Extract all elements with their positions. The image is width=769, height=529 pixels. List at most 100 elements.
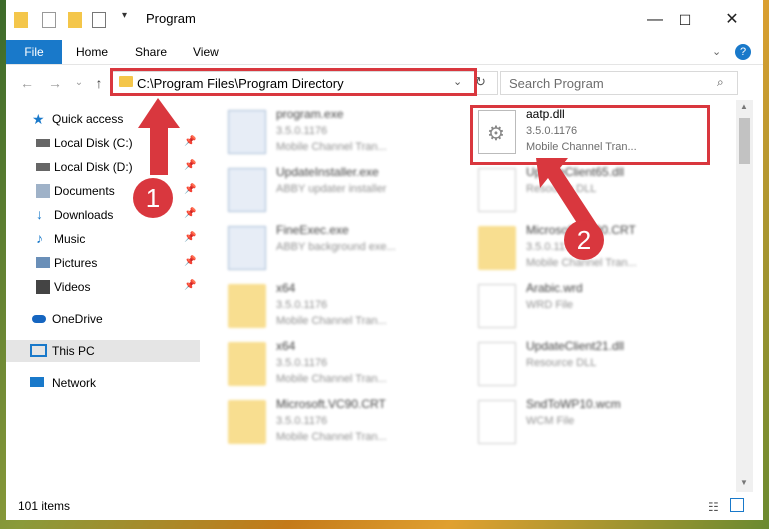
sidebar-item-local-disk-d[interactable]: Local Disk (D:) 📌 <box>6 156 200 178</box>
sidebar-item-label: Network <box>52 376 97 390</box>
file-name: UpdateClient65.dll <box>526 165 625 179</box>
file-tile[interactable]: FineExec.exe ABBY background exe... <box>208 220 458 278</box>
navigation-pane: ★ Quick access Local Disk (C:) 📌 Local D… <box>6 104 200 494</box>
details-view-icon[interactable]: ☷ <box>708 500 719 514</box>
star-icon: ★ <box>32 111 45 127</box>
recent-locations-icon[interactable]: ⌄ <box>70 74 88 92</box>
pin-icon[interactable]: 📌 <box>184 232 196 243</box>
minimize-button[interactable]: — <box>641 9 669 31</box>
file-tile[interactable]: x64 3.5.0.1176 Mobile Channel Tran... <box>208 278 458 336</box>
folder-icon <box>478 226 516 270</box>
file-tile[interactable]: UpdateClient65.dll Resource DLL <box>458 162 708 220</box>
sidebar-item-quick-access[interactable]: ★ Quick access <box>6 108 200 130</box>
file-version: 3.5.0.1176 <box>276 415 328 427</box>
videos-icon <box>36 280 50 294</box>
file-name: SndToWP10.wcm <box>526 397 621 411</box>
file-description: Mobile Channel Tran... <box>276 141 387 153</box>
sidebar-item-label: Local Disk (C:) <box>54 136 133 150</box>
documents-icon <box>36 184 50 198</box>
download-icon: ↓ <box>36 206 43 222</box>
search-box[interactable]: Search Program ⌕ <box>500 71 738 95</box>
file-tile[interactable]: UpdateClient21.dll Resource DLL <box>458 336 708 394</box>
highlight-box-file <box>470 105 710 165</box>
sidebar-item-network[interactable]: Network <box>6 372 200 394</box>
file-tile[interactable]: SndToWP10.wcm WCM File <box>458 394 708 452</box>
file-description: WRD File <box>526 299 574 311</box>
title-bar: ▾ Program — ☐ ✕ <box>6 0 763 40</box>
tab-home[interactable]: Home <box>76 40 108 64</box>
file-tile[interactable]: UpdateInstaller.exe ABBY updater install… <box>208 162 458 220</box>
close-button[interactable]: ✕ <box>718 9 746 31</box>
pin-icon[interactable]: 📌 <box>184 136 196 147</box>
dll-gear-icon <box>478 168 516 212</box>
status-bar: 101 items ☷ <box>6 494 763 520</box>
file-name: Microsoft.VC90.CRT <box>276 397 386 411</box>
sidebar-item-videos[interactable]: Videos 📌 <box>6 276 200 298</box>
folder-icon <box>228 400 266 444</box>
file-version: 3.5.0.1176 <box>276 299 328 311</box>
scrollbar-thumb[interactable] <box>739 118 750 164</box>
file-name: FineExec.exe <box>276 223 349 237</box>
tab-share[interactable]: Share <box>135 40 167 64</box>
folder-icon[interactable] <box>14 12 28 28</box>
sidebar-item-label: OneDrive <box>52 312 103 326</box>
vertical-scrollbar[interactable]: ▲ ▼ <box>736 100 753 492</box>
file-tile[interactable]: program.exe 3.5.0.1176 Mobile Channel Tr… <box>208 104 458 162</box>
chevron-down-icon[interactable]: ▾ <box>122 10 127 26</box>
scroll-down-icon[interactable]: ▼ <box>740 478 748 487</box>
search-icon: ⌕ <box>717 75 724 89</box>
file-description: Resource DLL <box>526 357 597 369</box>
file-description: ABBY updater installer <box>276 183 387 195</box>
maximize-button[interactable]: ☐ <box>671 9 699 31</box>
drive-icon <box>36 139 50 147</box>
up-arrow-icon[interactable]: ↑ <box>90 74 108 92</box>
file-name: program.exe <box>276 107 344 121</box>
file-tile[interactable]: Arabic.wrd WRD File <box>458 278 708 336</box>
large-icons-view-icon[interactable] <box>730 498 744 512</box>
exe-icon <box>228 110 266 154</box>
sidebar-item-local-disk-c[interactable]: Local Disk (C:) 📌 <box>6 132 200 154</box>
file-name: UpdateInstaller.exe <box>276 165 379 179</box>
expand-ribbon-icon[interactable]: ⌄ <box>712 40 721 64</box>
scroll-up-icon[interactable]: ▲ <box>740 102 748 111</box>
sidebar-item-pictures[interactable]: Pictures 📌 <box>6 252 200 274</box>
pin-icon[interactable]: 📌 <box>184 280 196 291</box>
file-tile[interactable]: Microsoft.VC90.CRT 3.5.0.1176 Mobile Cha… <box>208 394 458 452</box>
document-icon <box>478 284 516 328</box>
forward-arrow-icon[interactable]: → <box>46 74 64 92</box>
file-tile[interactable]: x64 3.5.0.1176 Mobile Channel Tran... <box>208 336 458 394</box>
file-description: Mobile Channel Tran... <box>276 373 387 385</box>
sidebar-item-label: Documents <box>54 184 115 198</box>
file-version: 3.5.0.1176 <box>276 357 328 369</box>
sidebar-item-downloads[interactable]: ↓ Downloads 📌 <box>6 204 200 226</box>
properties-icon[interactable] <box>42 12 56 28</box>
new-folder-icon[interactable] <box>68 12 82 28</box>
search-input[interactable]: Search Program <box>509 76 604 91</box>
sidebar-item-music[interactable]: ♪ Music 📌 <box>6 228 200 250</box>
file-name: UpdateClient21.dll <box>526 339 625 353</box>
pin-icon[interactable]: 📌 <box>184 208 196 219</box>
customize-quick-access-icon[interactable] <box>92 12 106 28</box>
ribbon: File Home Share View ⌄ ? <box>6 40 763 65</box>
sidebar-item-label: Quick access <box>52 112 124 126</box>
help-icon[interactable]: ? <box>735 44 751 60</box>
pin-icon[interactable]: 📌 <box>184 160 196 171</box>
highlight-box-address <box>110 68 477 96</box>
sidebar-item-onedrive[interactable]: OneDrive <box>6 308 200 330</box>
file-name: x64 <box>276 339 296 353</box>
pin-icon[interactable]: 📌 <box>184 256 196 267</box>
document-icon <box>478 400 516 444</box>
tab-file[interactable]: File <box>6 40 62 64</box>
exe-icon <box>228 226 266 270</box>
step-marker-2: 2 <box>564 220 604 260</box>
pin-icon[interactable]: 📌 <box>184 184 196 195</box>
sidebar-item-this-pc[interactable]: This PC <box>6 340 200 362</box>
file-description: Mobile Channel Tran... <box>276 315 387 327</box>
sidebar-item-label: Pictures <box>54 256 98 270</box>
tab-view[interactable]: View <box>193 40 219 64</box>
pc-icon <box>30 344 47 357</box>
back-arrow-icon[interactable]: ← <box>18 74 36 92</box>
file-description: WCM File <box>526 415 575 427</box>
pictures-icon <box>36 257 50 268</box>
folder-icon <box>228 342 266 386</box>
